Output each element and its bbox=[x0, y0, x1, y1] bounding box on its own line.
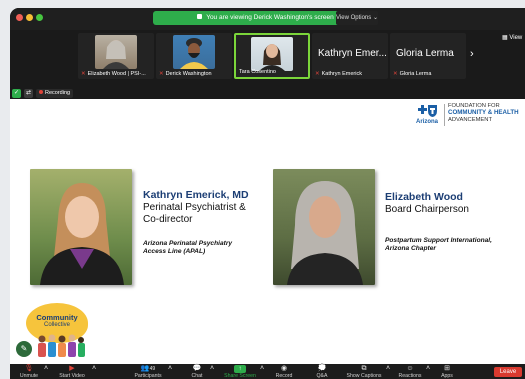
unmute-button[interactable]: 🎙 Unmute bbox=[16, 364, 42, 379]
chevron-up-icon: ˄ bbox=[91, 365, 97, 372]
shield-icon[interactable]: ✓ bbox=[12, 89, 21, 98]
record-dot-icon bbox=[39, 90, 43, 94]
participant-tile[interactable]: Gloria Lerma ✕ Gloria Lerma bbox=[390, 33, 466, 79]
participant-video bbox=[95, 35, 137, 69]
community-collective-logo: Community Collective bbox=[26, 303, 88, 359]
speaker-title: Board Chairperson bbox=[385, 204, 469, 215]
fullscreen-window-button[interactable] bbox=[36, 14, 43, 21]
close-window-button[interactable] bbox=[16, 14, 23, 21]
chevron-up-icon: ˄ bbox=[209, 365, 215, 372]
mic-muted-icon: ✕ bbox=[315, 71, 320, 77]
share-screen-icon: ↑ bbox=[234, 365, 246, 373]
record-icon: ◉ bbox=[280, 365, 288, 372]
participant-video bbox=[173, 35, 215, 69]
speaker-title: Perinatal Psychiatrist & Co-director bbox=[143, 202, 246, 225]
community-line-2: Collective bbox=[43, 322, 70, 328]
info-icon[interactable]: ⇄ bbox=[24, 89, 33, 98]
people-group-icon bbox=[38, 334, 85, 357]
reactions-button[interactable]: ☺ Reactions bbox=[396, 364, 424, 379]
participants-options-button[interactable]: ˄ bbox=[166, 364, 174, 379]
captions-options-button[interactable]: ˄ bbox=[384, 364, 392, 379]
leave-button[interactable]: Leave bbox=[494, 367, 522, 377]
video-options-button[interactable]: ˄ bbox=[90, 364, 98, 379]
person-silhouette-icon bbox=[103, 40, 129, 69]
qa-button[interactable]: 💭 Q&A bbox=[312, 364, 332, 379]
qa-icon: 💭 bbox=[317, 365, 327, 372]
logo-line-2: COMMUNITY & HEALTH bbox=[448, 109, 519, 116]
smiley-icon: ☺ bbox=[406, 365, 414, 372]
chat-options-button[interactable]: ˄ bbox=[208, 364, 216, 379]
chevron-up-icon: ˄ bbox=[167, 365, 173, 372]
start-video-button[interactable]: ▶ Start Video bbox=[54, 364, 90, 379]
participant-name: ✕ Kathryn Emerick bbox=[315, 71, 362, 77]
show-captions-button[interactable]: ⧉ Show Captions bbox=[344, 364, 384, 379]
audio-options-button[interactable]: ˄ bbox=[42, 364, 50, 379]
person-portrait-icon bbox=[40, 183, 124, 285]
speaker-photo bbox=[273, 169, 375, 285]
captions-icon: ⧉ bbox=[361, 365, 367, 372]
logo-divider bbox=[444, 104, 445, 126]
logo-line-3: ADVANCEMENT bbox=[448, 117, 493, 123]
speaker-organization: Postpartum Support International, Arizon… bbox=[385, 237, 492, 252]
zoom-window: You are viewing Derick Washington's scre… bbox=[10, 8, 525, 379]
meeting-toolbar: 🎙 Unmute ˄ ▶ Start Video ˄ 👥49 Participa… bbox=[10, 364, 525, 379]
mic-muted-icon: ✕ bbox=[159, 71, 164, 77]
speaker-name: Kathryn Emerick, MD bbox=[143, 189, 249, 201]
chevron-up-icon: ˄ bbox=[43, 365, 49, 372]
participants-icon: 👥49 bbox=[140, 365, 156, 372]
participant-name: ✕ Elizabeth Wood | PSI-... bbox=[81, 71, 146, 77]
organization-logo: Arizona FOUNDATION FOR COMMUNITY & HEALT… bbox=[414, 103, 524, 129]
participant-tile[interactable]: ✕ Elizabeth Wood | PSI-... bbox=[78, 33, 154, 79]
banner-text: You are viewing Derick Washington's scre… bbox=[206, 14, 334, 21]
participants-button[interactable]: 👥49 Participants bbox=[130, 364, 166, 379]
participant-name-large: Gloria Lerma bbox=[396, 48, 454, 59]
blue-cross-blue-shield-icon bbox=[418, 105, 437, 117]
chat-bubble-icon: 💬 bbox=[192, 365, 202, 372]
person-silhouette-icon bbox=[180, 38, 208, 69]
participant-tile[interactable]: Kathryn Emer... ✕ Kathryn Emerick bbox=[312, 33, 388, 79]
participant-strip: ✕ Elizabeth Wood | PSI-... ✕ Derick Washin… bbox=[10, 30, 525, 88]
chevron-up-icon: ˄ bbox=[259, 365, 265, 372]
annotate-pen-icon[interactable]: ✎ bbox=[16, 341, 32, 357]
participant-tile-active-speaker[interactable]: Tara Cosentino bbox=[234, 33, 310, 79]
share-screen-button[interactable]: ↑ Share Screen bbox=[222, 364, 258, 379]
speaker-photo bbox=[30, 169, 132, 285]
view-options-button[interactable]: View Options ⌄ bbox=[336, 11, 378, 25]
person-portrait-icon bbox=[287, 181, 363, 285]
video-camera-off-icon: ▶ bbox=[69, 365, 75, 372]
chat-button[interactable]: 💬 Chat bbox=[186, 364, 208, 379]
apps-grid-icon: ⊞ bbox=[444, 365, 450, 372]
share-options-button[interactable]: ˄ bbox=[258, 364, 266, 379]
participant-video bbox=[251, 37, 293, 71]
shared-screen-slide: Arizona FOUNDATION FOR COMMUNITY & HEALT… bbox=[10, 99, 525, 364]
chevron-up-icon: ˄ bbox=[425, 365, 431, 372]
meeting-status-row: ✓ ⇄ Recording bbox=[10, 88, 525, 99]
record-button[interactable]: ◉ Record bbox=[272, 364, 296, 379]
community-line-1: Community bbox=[36, 313, 78, 322]
recording-indicator[interactable]: Recording bbox=[36, 89, 74, 98]
speaker-name: Elizabeth Wood bbox=[385, 191, 463, 203]
title-bar: You are viewing Derick Washington's scre… bbox=[10, 8, 525, 30]
person-silhouette-icon bbox=[259, 44, 285, 71]
apps-button[interactable]: ⊞ Apps bbox=[436, 364, 458, 379]
participant-tile[interactable]: ✕ Derick Washington bbox=[156, 33, 232, 79]
minimize-window-button[interactable] bbox=[26, 14, 33, 21]
microphone-muted-icon: 🎙 bbox=[24, 365, 34, 372]
chevron-up-icon: ˄ bbox=[385, 365, 391, 372]
participant-name-large: Kathryn Emer... bbox=[318, 48, 387, 59]
reactions-options-button[interactable]: ˄ bbox=[424, 364, 432, 379]
logo-region: Arizona bbox=[416, 119, 439, 125]
speaker-organization: Arizona Perinatal Psychiatry Access Line… bbox=[143, 240, 233, 255]
mic-muted-icon: ✕ bbox=[393, 71, 398, 77]
chevron-right-icon[interactable]: › bbox=[470, 48, 474, 60]
screen-share-icon bbox=[197, 14, 203, 19]
mic-muted-icon: ✕ bbox=[81, 71, 86, 77]
participant-name: Tara Cosentino bbox=[239, 69, 276, 75]
participant-name: ✕ Gloria Lerma bbox=[393, 71, 432, 77]
participant-name: ✕ Derick Washington bbox=[159, 71, 212, 77]
view-button[interactable]: ▦ View bbox=[502, 34, 522, 41]
